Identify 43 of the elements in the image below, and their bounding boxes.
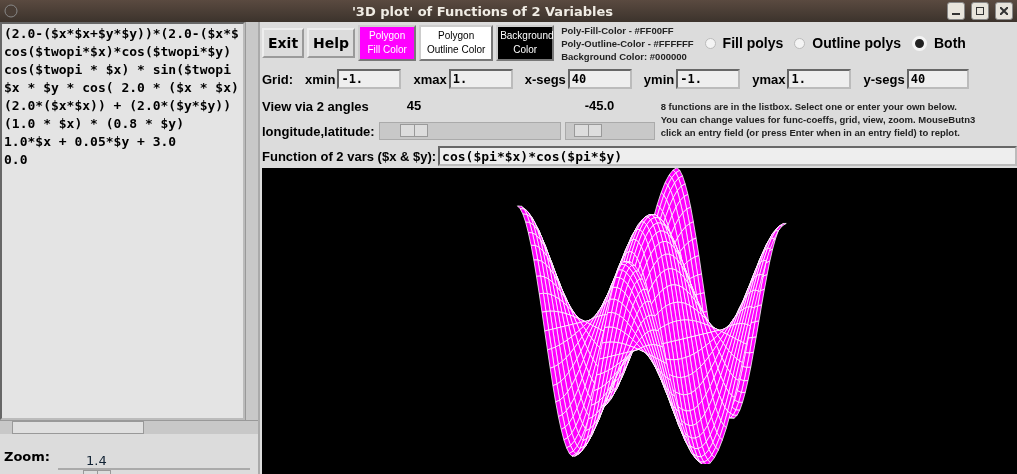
view-label: View via 2 angles	[262, 99, 370, 114]
function-list-item[interactable]: (2.0*($x*$x)) + (2.0*($y*$y))	[4, 97, 241, 115]
function-list-item[interactable]: cos($twopi * $x) * sin($twopi	[4, 61, 241, 79]
grid-input-field[interactable]: 1.	[448, 69, 513, 89]
color-button[interactable]: Background Color	[496, 25, 555, 61]
grid-input-field[interactable]: -1.	[676, 69, 741, 89]
grid-input-field[interactable]: 40	[906, 69, 969, 89]
function-list-item[interactable]: 1.0*$x + 0.05*$y + 3.0	[4, 133, 241, 151]
function-label: Function of 2 vars ($x & $y):	[262, 148, 437, 164]
function-list-item[interactable]: (2.0-($x*$x+$y*$y))*(2.0-($x*$	[4, 25, 241, 43]
toolbar-button[interactable]: Help	[307, 28, 356, 58]
grid-input-field[interactable]: 1.	[787, 69, 852, 89]
toolbar-button[interactable]: Exit	[262, 28, 305, 58]
draw-mode-radio[interactable]: Both	[912, 35, 966, 51]
function-list-item[interactable]: (1.0 * $x) * (0.8 * $y)	[4, 115, 241, 133]
draw-mode-radio[interactable]: Fill polys	[704, 35, 784, 51]
grid-label: Grid:	[262, 71, 294, 87]
color-info-text: Poly-Outline-Color - #FFFFFF	[561, 36, 694, 50]
window-title: '3D plot' of Functions of 2 Variables	[350, 3, 615, 19]
color-info-text: Background Color: #000000	[561, 49, 688, 63]
zoom-value: 1.4	[86, 453, 108, 468]
grid-field-label: xmin	[305, 71, 336, 87]
grid-field-label: ymin	[643, 71, 675, 87]
function-list-item[interactable]: cos($twopi*$x)*cos($twopi*$y)	[4, 43, 241, 61]
angles-label: longitude,latitude:	[262, 124, 375, 139]
grid-field-label: y-segs	[863, 71, 905, 87]
function-list-item[interactable]: 0.0	[4, 151, 241, 169]
angle-value: 45	[406, 98, 423, 114]
angle-value: -45.0	[584, 98, 616, 114]
grid-input-field[interactable]: 40	[567, 69, 632, 89]
help-text: You can change values for func-coeffs, grid, view, zoom. MouseButn3	[660, 112, 976, 126]
grid-field-label: xmax	[413, 71, 447, 87]
help-text: click an entry field (or press Enter when in an entry field) to replot.	[660, 125, 961, 139]
draw-mode-radio[interactable]: Outline polys	[794, 35, 901, 51]
function-input-field[interactable]: cos($pi*$x)*cos($pi*$y)	[438, 146, 1017, 166]
zoom-label: Zoom:	[4, 449, 51, 464]
grid-field-label: x-segs	[524, 71, 566, 87]
color-info-text: Poly-Fill-Color - #FF00FF	[561, 23, 675, 37]
grid-input-field[interactable]: -1.	[337, 69, 402, 89]
color-button[interactable]: Polygon Outline Color	[419, 25, 494, 61]
help-text: 8 functions are in the listbox. Select one or enter your own below.	[660, 99, 958, 113]
function-list-item[interactable]: $x * $y * cos( 2.0 * ($x * $x)	[4, 79, 241, 97]
grid-field-label: ymax	[752, 71, 786, 87]
